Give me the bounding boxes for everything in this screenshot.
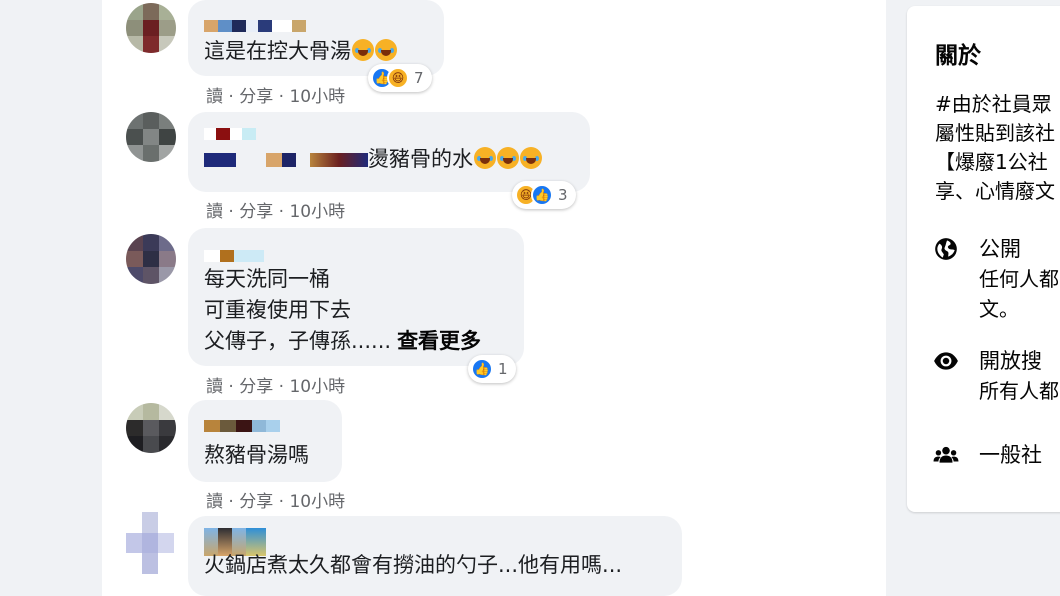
blurred-mention <box>204 153 236 167</box>
about-title: 關於 <box>935 43 981 69</box>
reaction-count: 7 <box>414 69 424 87</box>
reaction-summary[interactable]: 😆 👍 3 <box>512 181 576 209</box>
comment-actions: 讀 · 分享 · 10小時 <box>206 82 345 107</box>
comment-bubble: 每天洗同一桶 可重複使用下去 父傳子，子傳孫...... 查看更多 <box>188 228 524 366</box>
comment-text: 每天洗同一桶 可重複使用下去 父傳子，子傳孫...... 查看更多 <box>204 267 482 353</box>
laughing-emoji-icon <box>497 147 519 169</box>
reaction-summary[interactable]: 👍 😆 7 <box>368 64 432 92</box>
comments-feed: 這是在控大骨湯 👍 😆 7 讀 · 分享 · 10小時 燙豬骨的水 😆 👍 3 讀 · … <box>102 0 886 596</box>
timestamp-link[interactable]: 10小時 <box>289 492 345 512</box>
separator: · <box>278 87 285 107</box>
comment-bubble: 熬豬骨湯嗎 <box>188 400 342 482</box>
visibility-title: 開放搜 <box>979 349 1042 373</box>
read-link[interactable]: 讀 <box>206 87 223 107</box>
see-more-link[interactable]: 查看更多 <box>397 329 481 353</box>
haha-icon: 😆 <box>387 67 409 89</box>
comment-text: 熬豬骨湯嗎 <box>204 443 309 467</box>
laughing-emoji-icon <box>352 39 374 61</box>
reaction-count: 3 <box>558 186 568 204</box>
about-description: #由於社員眾 屬性貼到該社 【爆廢1公社 享、心情廢文 <box>935 92 1055 203</box>
visibility-subtitle: 所有人都 <box>979 379 1059 403</box>
share-link[interactable]: 分享 <box>239 492 273 512</box>
reaction-summary[interactable]: 👍 1 <box>468 355 516 383</box>
group-type-title: 一般社 <box>979 443 1042 467</box>
privacy-public-row: 公開 任何人都 文。 <box>933 234 1059 324</box>
timestamp-link[interactable]: 10小時 <box>289 377 345 397</box>
privacy-subtitle: 任何人都 文。 <box>979 267 1059 321</box>
avatar[interactable] <box>126 112 176 162</box>
separator: · <box>228 87 234 107</box>
comment-bubble: 火鍋店煮太久都會有撈油的勺子...他有用嗎... <box>188 516 682 596</box>
group-icon <box>933 446 959 463</box>
read-link[interactable]: 讀 <box>206 377 223 397</box>
share-link[interactable]: 分享 <box>239 87 273 107</box>
separator: · <box>278 377 285 397</box>
avatar[interactable] <box>126 403 176 453</box>
avatar[interactable] <box>126 512 174 574</box>
comment-actions: 讀 · 分享 · 10小時 <box>206 487 345 512</box>
share-link[interactable]: 分享 <box>239 202 273 222</box>
laughing-emoji-icon <box>474 147 496 169</box>
comment-text: 燙豬骨的水 <box>204 144 572 175</box>
avatar[interactable] <box>126 234 176 284</box>
privacy-title: 公開 <box>979 237 1021 261</box>
comment-text: 這是在控大骨湯 <box>204 36 426 67</box>
read-link[interactable]: 讀 <box>206 202 223 222</box>
read-link[interactable]: 讀 <box>206 492 223 512</box>
separator: · <box>228 492 234 512</box>
like-icon: 👍 <box>531 184 553 206</box>
comment-actions: 讀 · 分享 · 10小時 <box>206 372 345 397</box>
group-type-row: 一般社 <box>933 440 1042 470</box>
laughing-emoji-icon <box>520 147 542 169</box>
share-link[interactable]: 分享 <box>239 377 273 397</box>
laughing-emoji-icon <box>375 39 397 61</box>
globe-icon <box>935 238 957 260</box>
about-card: 關於 #由於社員眾 屬性貼到該社 【爆廢1公社 享、心情廢文 公開 任何人都 文… <box>907 6 1060 512</box>
separator: · <box>278 492 285 512</box>
commenter-name-blurred[interactable] <box>204 20 426 36</box>
reaction-count: 1 <box>498 360 508 378</box>
comment-text: 火鍋店煮太久都會有撈油的勺子...他有用嗎... <box>204 553 623 577</box>
timestamp-link[interactable]: 10小時 <box>289 87 345 107</box>
timestamp-link[interactable]: 10小時 <box>289 202 345 222</box>
commenter-name-blurred[interactable] <box>204 250 506 264</box>
eye-icon <box>934 352 958 370</box>
separator: · <box>278 202 285 222</box>
visibility-row: 開放搜 所有人都 <box>933 346 1059 406</box>
commenter-name-blurred[interactable] <box>204 128 572 142</box>
separator: · <box>228 202 234 222</box>
comment-actions: 讀 · 分享 · 10小時 <box>206 197 345 222</box>
like-icon: 👍 <box>471 358 493 380</box>
comment-bubble: 燙豬骨的水 <box>188 112 590 192</box>
avatar[interactable] <box>126 3 176 53</box>
separator: · <box>228 377 234 397</box>
commenter-name-blurred[interactable] <box>204 420 324 434</box>
